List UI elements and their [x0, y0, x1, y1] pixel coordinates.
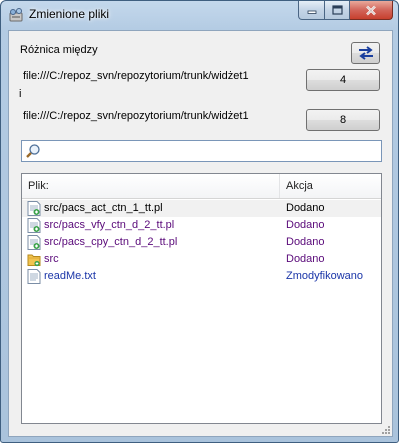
- minimize-icon: [307, 10, 316, 14]
- title-bar[interactable]: Zmienione pliki: [1, 1, 398, 29]
- column-header-file[interactable]: Plik:: [22, 174, 280, 198]
- file-name: src/pacs_vfy_ctn_d_2_tt.pl: [44, 219, 175, 231]
- url-2: file:///C:/repoz_svn/repozytorium/trunk/…: [23, 110, 249, 122]
- url-1: file:///C:/repoz_svn/repozytorium/trunk/…: [23, 70, 249, 82]
- file-added-icon: [27, 201, 41, 216]
- search-icon: [26, 144, 40, 158]
- search-field[interactable]: [21, 140, 382, 162]
- resize-grip-icon[interactable]: [381, 425, 391, 435]
- window-title: Zmienione pliki: [29, 7, 110, 21]
- changed-files-list[interactable]: Plik: Akcja src/pacs_act_ctn_1_tt.pl Dod…: [21, 173, 382, 424]
- file-added-icon: [27, 218, 41, 233]
- revision-2-button[interactable]: 8: [306, 109, 380, 131]
- close-button[interactable]: [350, 1, 393, 20]
- column-header-action[interactable]: Akcja: [286, 180, 313, 192]
- maximize-button[interactable]: [325, 1, 350, 20]
- window: Zmienione pliki Różnica między file:///C…: [0, 0, 399, 443]
- text-file-icon: [27, 269, 41, 284]
- file-name: src/pacs_act_ctn_1_tt.pl: [44, 202, 163, 214]
- file-name: src/pacs_cpy_ctn_d_2_tt.pl: [44, 236, 178, 248]
- dialog-content: Różnica między file:///C:/repoz_svn/repo…: [8, 30, 393, 437]
- list-item[interactable]: src Dodano: [22, 251, 381, 268]
- file-action: Zmodyfikowano: [286, 270, 364, 282]
- close-icon: [366, 5, 376, 15]
- file-name: readMe.txt: [44, 270, 96, 282]
- list-item[interactable]: readMe.txt Zmodyfikowano: [22, 268, 381, 285]
- file-action: Dodano: [286, 202, 325, 214]
- minimize-button[interactable]: [298, 1, 325, 20]
- diff-label: Różnica między: [20, 44, 98, 56]
- revision-1-button[interactable]: 4: [306, 69, 380, 91]
- list-item[interactable]: src/pacs_cpy_ctn_d_2_tt.pl Dodano: [22, 234, 381, 251]
- file-action: Dodano: [286, 219, 325, 231]
- conjunction-label: i: [19, 88, 22, 100]
- file-action: Dodano: [286, 253, 325, 265]
- file-added-icon: [27, 235, 41, 250]
- file-name: src: [44, 253, 59, 265]
- folder-icon: [27, 254, 41, 267]
- list-header: Plik: Akcja: [22, 174, 381, 199]
- swap-arrows-icon: [358, 46, 373, 60]
- search-input[interactable]: [44, 143, 378, 161]
- list-item[interactable]: src/pacs_act_ctn_1_tt.pl Dodano: [22, 200, 381, 217]
- list-item[interactable]: src/pacs_vfy_ctn_d_2_tt.pl Dodano: [22, 217, 381, 234]
- swap-button[interactable]: [351, 42, 380, 64]
- file-action: Dodano: [286, 236, 325, 248]
- app-icon: [9, 8, 23, 22]
- maximize-icon: [331, 5, 343, 15]
